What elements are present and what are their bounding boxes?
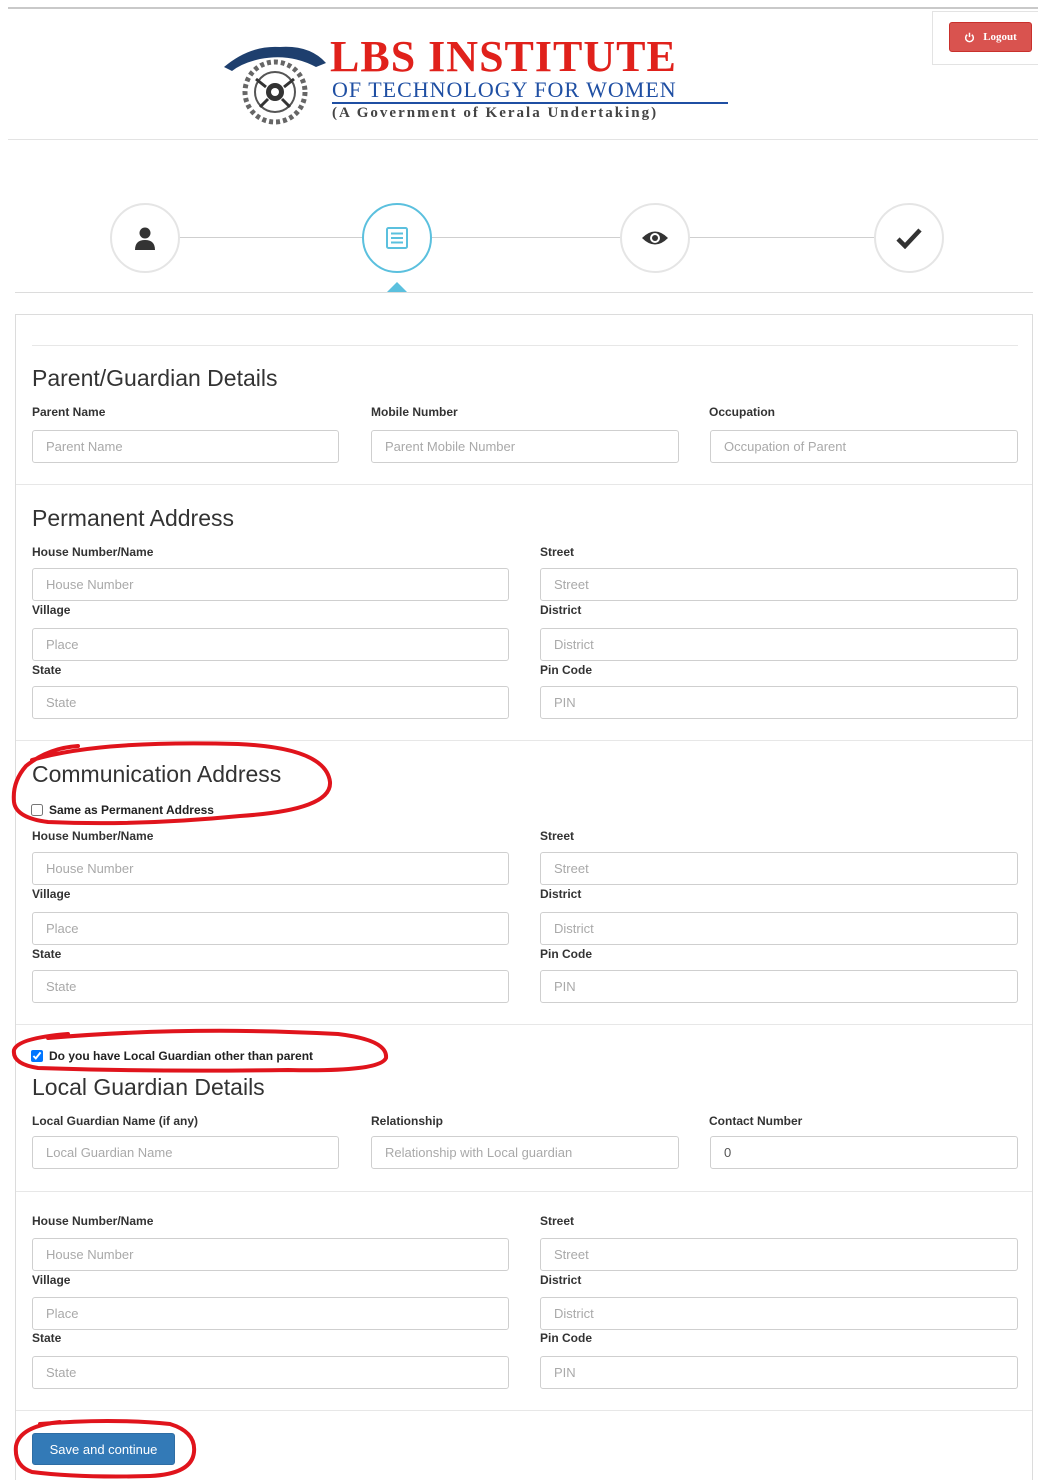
parent-mobile-label: Mobile Number <box>371 405 458 419</box>
comm-village-input[interactable] <box>32 912 509 945</box>
local-guardian-checkbox[interactable] <box>31 1050 43 1062</box>
comm-house-input[interactable] <box>32 852 509 885</box>
logout-button[interactable]: Logout <box>949 22 1032 52</box>
perm-pin-input[interactable] <box>540 686 1018 719</box>
section-divider <box>16 484 1032 485</box>
section-divider <box>16 1024 1032 1025</box>
perm-street-label: Street <box>540 545 575 559</box>
lg-house-input[interactable] <box>32 1238 509 1271</box>
local-guardian-toggle[interactable]: Do you have Local Guardian other than pa… <box>31 1049 313 1063</box>
comm-district-input[interactable] <box>540 912 1018 945</box>
comm-village-label: Village <box>32 887 71 901</box>
lg-pin-label: Pin Code <box>540 1331 593 1345</box>
panel-top-divider <box>32 345 1018 346</box>
wizard-step-profile[interactable] <box>110 203 180 273</box>
lg-state-label: State <box>32 1331 62 1345</box>
lg-village-input[interactable] <box>32 1297 509 1330</box>
lg-street-label: Street <box>540 1214 575 1228</box>
comm-district-label: District <box>540 887 582 901</box>
section-divider <box>16 1191 1032 1192</box>
perm-state-input[interactable] <box>32 686 509 719</box>
comm-state-input[interactable] <box>32 970 509 1003</box>
user-icon <box>135 227 155 250</box>
comm-state-label: State <box>32 947 62 961</box>
same-as-permanent-label: Same as Permanent Address <box>49 803 214 817</box>
active-step-caret <box>387 282 407 292</box>
section-divider <box>16 740 1032 741</box>
perm-district-input[interactable] <box>540 628 1018 661</box>
check-icon <box>896 228 922 249</box>
lg-name-input[interactable] <box>32 1136 339 1169</box>
lg-contact-label: Contact Number <box>709 1114 803 1128</box>
application-form-page: LBS INSTITUTE OF TECHNOLOGY FOR WOMEN (A… <box>0 0 1038 1480</box>
wizard-connector <box>178 237 874 238</box>
eye-icon <box>642 231 668 245</box>
institute-logo: LBS INSTITUTE OF TECHNOLOGY FOR WOMEN (A… <box>220 31 740 131</box>
save-and-continue-button[interactable]: Save and continue <box>32 1433 175 1465</box>
wizard-step-confirm[interactable] <box>874 203 944 273</box>
parent-occupation-input[interactable] <box>710 430 1018 463</box>
wizard-step-preview[interactable] <box>620 203 690 273</box>
perm-house-input[interactable] <box>32 568 509 601</box>
lg-village-label: Village <box>32 1273 71 1287</box>
brand-title: LBS INSTITUTE <box>330 32 677 81</box>
lg-contact-input[interactable] <box>710 1136 1018 1169</box>
wizard-divider <box>15 292 1033 293</box>
same-as-permanent-toggle[interactable]: Same as Permanent Address <box>31 803 214 817</box>
site-header: LBS INSTITUTE OF TECHNOLOGY FOR WOMEN (A… <box>8 9 1038 140</box>
form-list-icon <box>386 227 408 249</box>
lg-relation-label: Relationship <box>371 1114 444 1128</box>
perm-pin-label: Pin Code <box>540 663 593 677</box>
local-guardian-section-title: Local Guardian Details <box>32 1074 265 1100</box>
local-guardian-toggle-label: Do you have Local Guardian other than pa… <box>49 1049 314 1063</box>
comm-pin-input[interactable] <box>540 970 1018 1003</box>
same-as-permanent-checkbox[interactable] <box>31 804 43 816</box>
parent-name-label: Parent Name <box>32 405 106 419</box>
comm-house-label: House Number/Name <box>32 829 154 843</box>
parent-name-input[interactable] <box>32 430 339 463</box>
brand-tagline: (A Government of Kerala Undertaking) <box>332 105 659 121</box>
comm-street-label: Street <box>540 829 575 843</box>
comm-street-input[interactable] <box>540 852 1018 885</box>
perm-district-label: District <box>540 603 582 617</box>
section-divider <box>16 1410 1032 1411</box>
lg-name-label: Local Guardian Name (if any) <box>32 1114 199 1128</box>
perm-village-label: Village <box>32 603 71 617</box>
communication-section-title: Communication Address <box>32 761 282 787</box>
lg-state-input[interactable] <box>32 1356 509 1389</box>
wizard-step-details[interactable] <box>362 203 432 273</box>
parent-mobile-input[interactable] <box>371 430 679 463</box>
institute-emblem-icon <box>224 46 326 125</box>
perm-village-input[interactable] <box>32 628 509 661</box>
lg-district-input[interactable] <box>540 1297 1018 1330</box>
parent-occupation-label: Occupation <box>709 405 776 419</box>
lg-relation-input[interactable] <box>371 1136 679 1169</box>
parent-section-title: Parent/Guardian Details <box>32 365 278 391</box>
comm-pin-label: Pin Code <box>540 947 593 961</box>
perm-street-input[interactable] <box>540 568 1018 601</box>
permanent-section-title: Permanent Address <box>32 505 235 531</box>
logout-label: Logout <box>983 31 1017 43</box>
perm-state-label: State <box>32 663 62 677</box>
lg-pin-input[interactable] <box>540 1356 1018 1389</box>
power-icon <box>965 32 975 42</box>
brand-subtitle: OF TECHNOLOGY FOR WOMEN <box>332 78 728 104</box>
lg-house-label: House Number/Name <box>32 1214 154 1228</box>
lg-street-input[interactable] <box>540 1238 1018 1271</box>
lg-district-label: District <box>540 1273 582 1287</box>
perm-house-label: House Number/Name <box>32 545 154 559</box>
